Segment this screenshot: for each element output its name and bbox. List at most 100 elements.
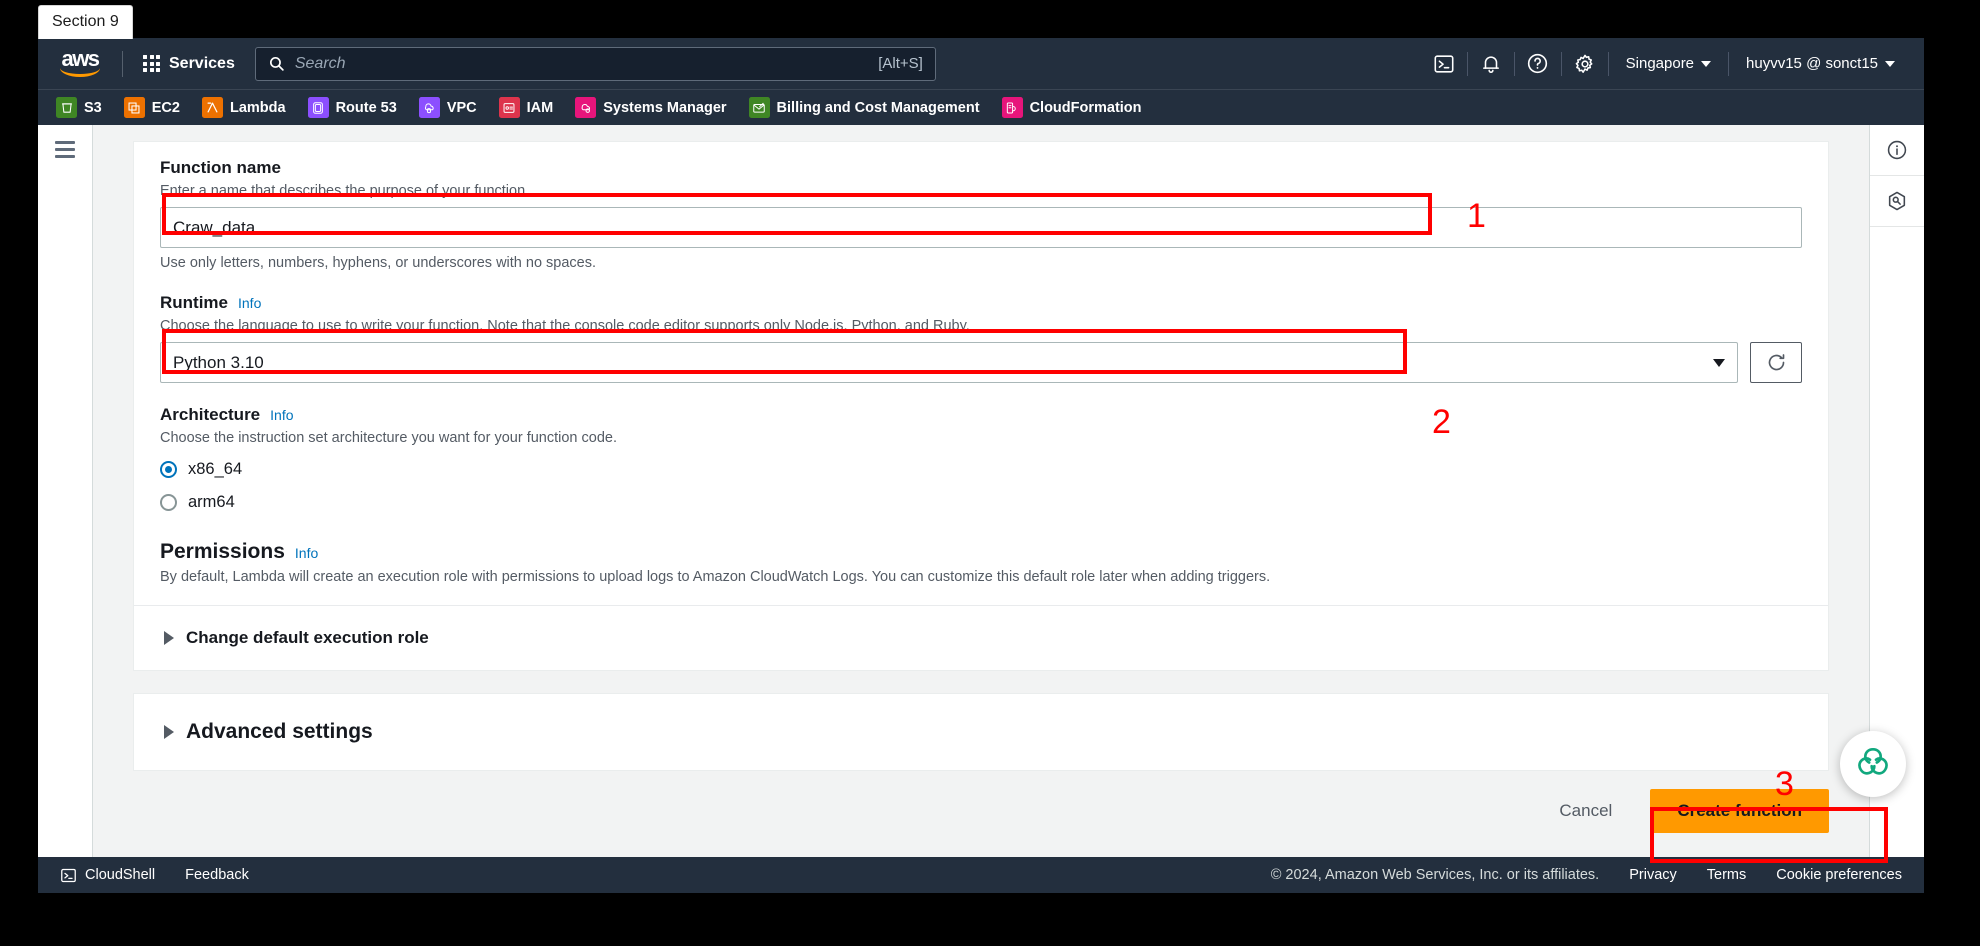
architecture-label: Architecture Info [160,405,1802,425]
function-name-description: Enter a name that describes the purpose … [160,183,530,199]
nav-divider [122,50,123,77]
runtime-select-row: Python 3.10 [160,342,1802,383]
shortcut-label: Route 53 [335,99,397,116]
footer-feedback-link[interactable]: Feedback [185,867,249,883]
aws-logo[interactable]: aws [56,45,104,79]
radio-selected-icon [160,461,177,478]
permissions-heading-text: Permissions [160,540,285,563]
chevron-right-icon [164,631,174,645]
footer-cloudshell-button[interactable]: CloudShell [60,867,155,884]
cancel-button[interactable]: Cancel [1545,793,1626,829]
region-selector[interactable]: Singapore [1609,38,1728,89]
systems-manager-icon [575,97,597,118]
architecture-label-text: Architecture [160,405,261,424]
hamburger-menu-icon[interactable] [55,141,75,158]
function-name-hint: Use only letters, numbers, hyphens, or u… [160,255,597,271]
architecture-description: Choose the instruction set architecture … [160,430,617,446]
search-shortcut-hint: [Alt+S] [878,55,923,72]
top-nav-right-group: Singapore huyvv15 @ sonct15 [1421,38,1912,89]
shortcut-label: Lambda [229,99,286,116]
form-actions: Cancel Create function [133,789,1829,847]
advanced-settings-panel: Advanced settings [133,693,1829,771]
top-navigation-bar: aws Services Search [Alt+S] Singapore hu… [38,38,1924,89]
runtime-field-group: Runtime Info Choose the language to use … [160,293,1802,383]
aws-logo-smile [60,68,100,77]
architecture-option-x86[interactable]: x86_64 [160,460,1802,479]
function-name-label: Function name [160,158,1802,178]
shortcut-billing[interactable]: Billing and Cost Management [748,97,980,118]
create-function-button[interactable]: Create function [1650,789,1829,833]
shortcut-ec2[interactable]: EC2 [123,97,180,118]
basic-information-panel: Function name Enter a name that describe… [133,141,1829,671]
main-content-area: Function name Enter a name that describe… [93,125,1869,857]
permissions-info-link[interactable]: Info [295,545,318,561]
shortcut-systems-manager[interactable]: Systems Manager [575,97,727,118]
footer-cloudshell-label: CloudShell [85,867,156,883]
runtime-description: Choose the language to use to write your… [160,318,970,334]
runtime-info-link[interactable]: Info [238,295,261,311]
advanced-settings-expander[interactable]: Advanced settings [160,698,1802,766]
permissions-section: Permissions Info By default, Lambda will… [160,540,1802,585]
help-question-icon[interactable] [1515,38,1561,89]
architecture-option-label: x86_64 [188,460,243,478]
chevron-right-icon [164,725,174,739]
chevron-down-icon [1885,60,1895,67]
shortcut-label: Billing and Cost Management [776,99,980,116]
runtime-select[interactable]: Python 3.10 [160,342,1738,383]
architecture-option-label: arm64 [188,493,235,511]
global-search-bar[interactable]: Search [Alt+S] [254,46,936,81]
runtime-label: Runtime Info [160,293,1802,313]
notifications-bell-icon[interactable] [1468,38,1514,89]
architecture-info-link[interactable]: Info [270,407,293,423]
grid-menu-icon [143,55,160,72]
shortcut-s3[interactable]: S3 [56,97,102,118]
services-menu-button[interactable]: Services [137,49,241,79]
shortcuts-hexagon-icon[interactable] [1869,176,1924,227]
assistant-bubble-button[interactable] [1840,731,1906,797]
lambda-icon [201,97,223,118]
route53-icon [307,97,329,118]
radio-unselected-icon [160,494,177,511]
footer-cookie-preferences-link[interactable]: Cookie preferences [1776,867,1902,883]
shortcut-label: VPC [446,99,477,116]
footer-terms-link[interactable]: Terms [1707,867,1746,883]
change-default-execution-role-expander[interactable]: Change default execution role [160,606,1802,670]
shortcut-route53[interactable]: Route 53 [307,97,397,118]
change-execution-role-label: Change default execution role [186,628,429,647]
cloudshell-icon [61,868,76,882]
runtime-refresh-button[interactable] [1750,342,1802,383]
cloudshell-icon[interactable] [1421,38,1467,89]
advanced-settings-label: Advanced settings [186,720,373,743]
architecture-field-group: Architecture Info Choose the instruction… [160,405,1802,512]
refresh-icon [1768,354,1784,371]
iam-icon [498,97,520,118]
services-label: Services [169,54,235,72]
cloudformation-icon [1001,97,1023,118]
left-navigation-rail [38,125,93,857]
page-body: Function name Enter a name that describe… [38,125,1924,857]
shortcut-vpc[interactable]: VPC [418,97,477,118]
shortcut-iam[interactable]: IAM [498,97,554,118]
info-panel-icon[interactable] [1869,125,1924,176]
search-placeholder: Search [294,54,346,72]
runtime-selected-value: Python 3.10 [173,352,264,372]
function-name-input[interactable] [160,207,1802,248]
footer-privacy-link[interactable]: Privacy [1629,867,1677,883]
assistant-swirl-icon [1858,748,1888,775]
section-tab: Section 9 [38,5,133,39]
shortcut-cloudformation[interactable]: CloudFormation [1001,97,1142,118]
settings-gear-icon[interactable] [1562,38,1608,89]
billing-icon [748,97,770,118]
shortcut-label: Systems Manager [603,99,727,116]
region-label: Singapore [1625,55,1695,72]
search-icon [268,55,285,72]
function-name-field-group: Function name Enter a name that describe… [160,158,1802,271]
account-menu[interactable]: huyvv15 @ sonct15 [1729,38,1912,89]
aws-logo-text: aws [61,45,100,71]
permissions-description: By default, Lambda will create an execut… [160,569,1271,585]
architecture-option-arm64[interactable]: arm64 [160,493,1802,512]
chevron-down-icon [1701,60,1712,67]
footer-copyright: © 2024, Amazon Web Services, Inc. or its… [1270,867,1600,883]
shortcut-label: IAM [526,99,554,116]
shortcut-lambda[interactable]: Lambda [201,97,286,118]
